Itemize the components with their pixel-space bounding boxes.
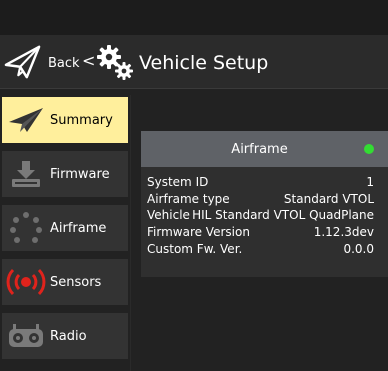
airframe-panel-header: Airframe	[141, 131, 388, 167]
airframe-panel-title: Airframe	[231, 141, 288, 157]
page-title: Vehicle Setup	[139, 52, 269, 74]
row-value: 0.0.0	[343, 242, 374, 256]
breadcrumb-separator: <	[82, 51, 96, 70]
sidebar-item-firmware[interactable]: Firmware	[2, 151, 128, 197]
top-toolbar	[0, 0, 388, 35]
sidebar-item-label: Summary	[50, 112, 113, 128]
row-value: HIL Standard VTOL QuadPlane	[192, 208, 374, 222]
sidebar-item-label: Airframe	[50, 220, 107, 236]
info-row-airframe-type: Airframe type Standard VTOL	[147, 192, 374, 209]
airframe-icon	[2, 205, 50, 251]
row-label: Airframe type	[147, 192, 230, 206]
sidebar-item-label: Radio	[50, 328, 87, 344]
sidebar-item-airframe[interactable]: Airframe	[2, 205, 128, 251]
sidebar-item-summary[interactable]: Summary	[2, 97, 128, 143]
radio-controller-icon	[2, 313, 50, 359]
row-label: Vehicle	[147, 208, 190, 222]
row-label: Custom Fw. Ver.	[147, 242, 243, 256]
sidebar-item-sensors[interactable]: Sensors	[2, 259, 128, 305]
paper-plane-icon	[2, 97, 50, 143]
sidebar-item-label: Firmware	[50, 166, 110, 182]
download-icon	[2, 151, 50, 197]
row-value: 1	[366, 175, 374, 189]
info-row-firmware-version: Firmware Version 1.12.3dev	[147, 225, 374, 242]
info-row-vehicle: Vehicle HIL Standard VTOL QuadPlane	[147, 208, 374, 225]
info-row-custom-fw-ver: Custom Fw. Ver. 0.0.0	[147, 242, 374, 259]
status-indicator-icon	[364, 144, 374, 154]
info-row-system-id: System ID 1	[147, 175, 374, 192]
sidebar-divider	[130, 95, 131, 371]
sidebar-item-label: Sensors	[50, 274, 102, 290]
header-divider	[0, 88, 388, 89]
sensors-icon	[2, 259, 50, 305]
sidebar-item-radio[interactable]: Radio	[2, 313, 128, 359]
row-label: System ID	[147, 175, 209, 189]
back-button[interactable]: Back	[4, 44, 80, 80]
row-value: 1.12.3dev	[313, 225, 374, 239]
back-label: Back	[48, 56, 80, 71]
paper-plane-icon	[4, 45, 41, 79]
row-label: Firmware Version	[147, 225, 250, 239]
row-value: Standard VTOL	[283, 192, 374, 206]
gears-icon	[97, 45, 133, 80]
airframe-panel-body: System ID 1 Airframe type Standard VTOL …	[141, 167, 388, 277]
